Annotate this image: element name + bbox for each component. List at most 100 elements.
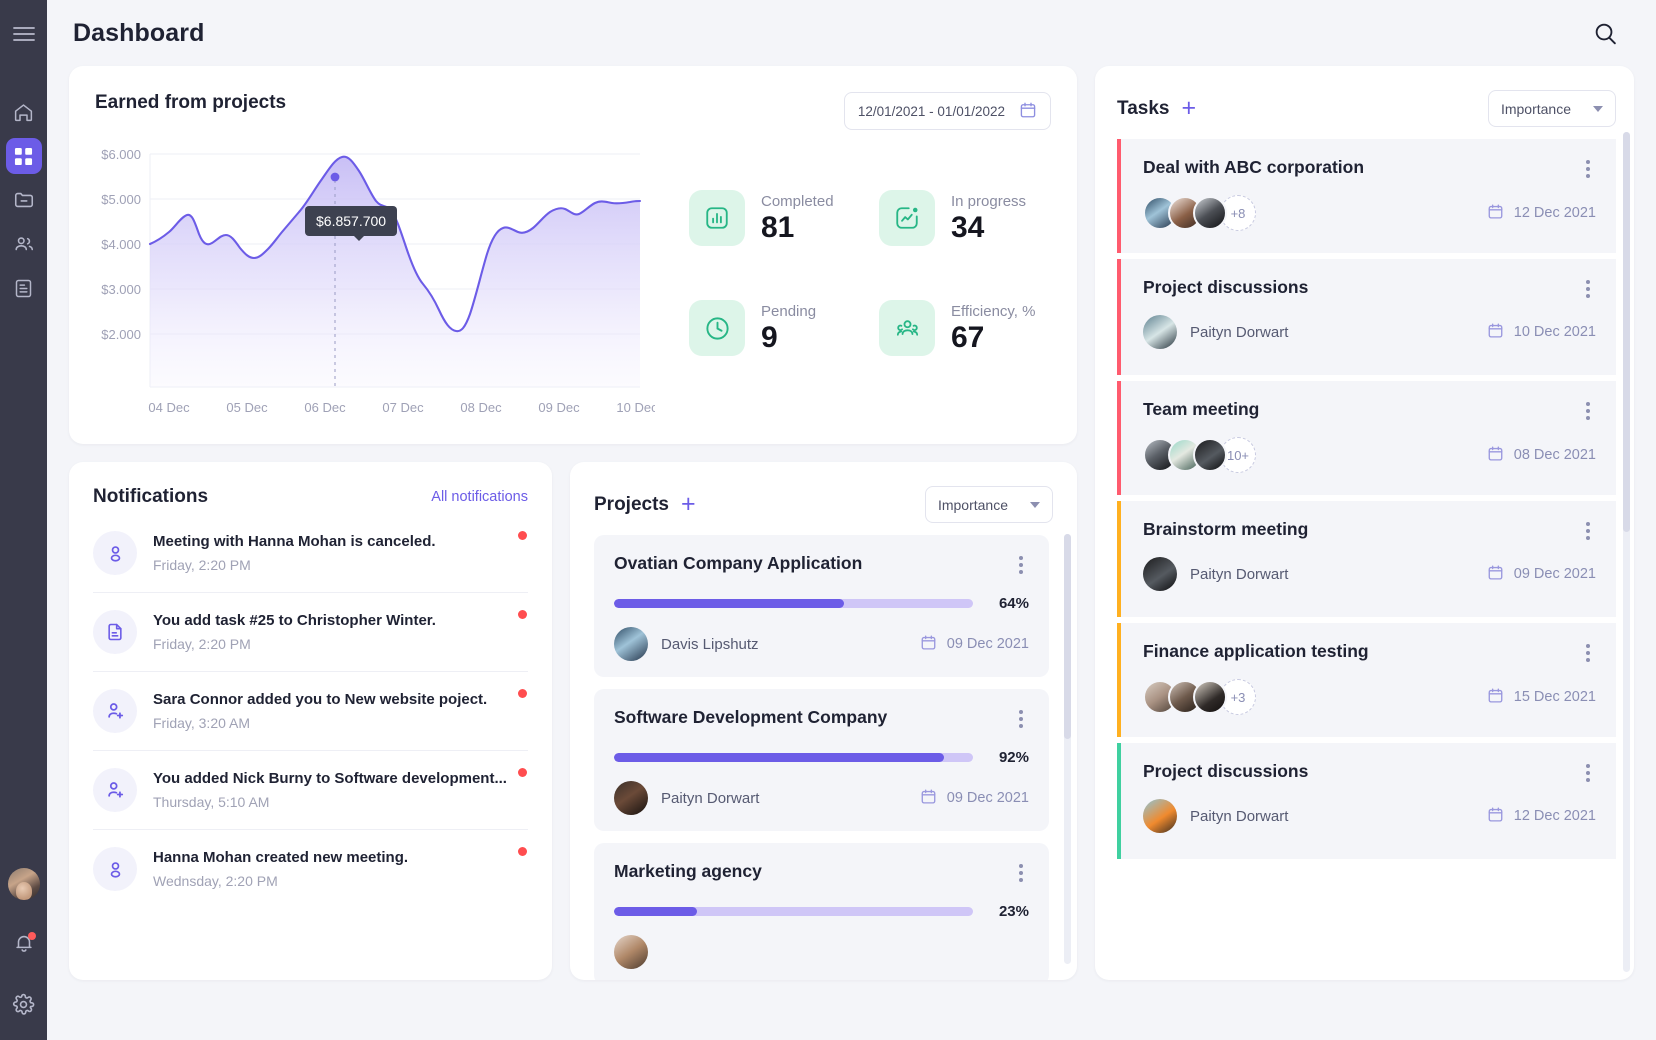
project-date-text: 09 Dec 2021	[946, 636, 1029, 652]
task-name: Deal with ABC corporation	[1143, 157, 1365, 177]
progress-bar	[614, 753, 973, 762]
notification-body: Sara Connor added you to New website poj…	[153, 691, 487, 731]
row-two: Notifications All notifications Meeting …	[69, 462, 1077, 980]
svg-text:09 Dec: 09 Dec	[538, 400, 580, 415]
bell-icon[interactable]	[11, 930, 37, 956]
list-item[interactable]: Team meeting 10+ 08 Dec 2021	[1117, 381, 1616, 495]
notification-time: Thursday, 5:10 AM	[153, 794, 270, 810]
project-top: Software Development Company	[614, 707, 1029, 731]
task-date: 12 Dec 2021	[1487, 203, 1596, 224]
projects-title-wrap: Projects +	[594, 492, 696, 517]
chevron-down-icon	[1593, 105, 1603, 112]
notifications-header: Notifications All notifications	[93, 486, 528, 508]
tasks-header: Tasks + Importance	[1117, 90, 1624, 127]
list-item[interactable]: Sara Connor added you to New website poj…	[93, 672, 528, 751]
list-item[interactable]: Hanna Mohan created new meeting. Wednsda…	[93, 830, 528, 908]
task-owner-name: Paityn Dorwart	[1190, 323, 1289, 341]
project-footer: Paityn Dorwart 09 Dec 2021	[614, 781, 1029, 815]
notification-time: Friday, 2:20 PM	[153, 636, 251, 652]
tasks-list: Deal with ABC corporation +8 12 Dec 2021…	[1117, 139, 1624, 859]
task-owner-name: Paityn Dorwart	[1190, 807, 1289, 825]
task-top: Team meeting	[1143, 399, 1596, 423]
list-item[interactable]: Project discussions Paityn Dorwart	[1117, 743, 1616, 859]
svg-text:05 Dec: 05 Dec	[226, 400, 268, 415]
notification-time: Friday, 3:20 AM	[153, 715, 251, 731]
stat-label: Pending	[761, 302, 817, 320]
task-menu-icon[interactable]	[1580, 761, 1596, 785]
plus-icon[interactable]: +	[1181, 96, 1196, 121]
calendar-icon	[1487, 203, 1504, 224]
list-item[interactable]: Project discussions Paityn Dorwart	[1117, 259, 1616, 375]
search-icon[interactable]	[1588, 16, 1622, 50]
project-menu-icon[interactable]	[1013, 861, 1029, 885]
task-footer: Paityn Dorwart 12 Dec 2021	[1143, 799, 1596, 833]
tasks-sort-select[interactable]: Importance	[1487, 90, 1616, 127]
sidebar-item-team[interactable]	[6, 226, 42, 262]
tasks-scrollbar-thumb[interactable]	[1623, 132, 1630, 532]
list-item[interactable]: Finance application testing +3 15 Dec 20…	[1117, 623, 1616, 737]
task-menu-icon[interactable]	[1580, 157, 1596, 181]
project-date-text: 09 Dec 2021	[946, 790, 1029, 806]
hamburger-icon[interactable]	[2, 12, 46, 56]
earnings-chart[interactable]: $6.000 $5.000 $4.000 $3.000 $2.000 04 De…	[95, 144, 658, 439]
task-date-text: 12 Dec 2021	[1513, 205, 1596, 221]
date-range-picker[interactable]: 12/01/2021 - 01/01/2022	[843, 92, 1051, 130]
project-menu-icon[interactable]	[1013, 553, 1029, 577]
list-item[interactable]: Software Development Company 92% Paityn …	[594, 689, 1049, 831]
task-name: Project discussions	[1143, 277, 1309, 297]
sidebar-item-reports[interactable]	[6, 270, 42, 306]
sidebar-item-dashboard[interactable]	[5, 138, 42, 174]
plus-icon[interactable]: +	[681, 492, 696, 517]
sidebar-bottom	[6, 868, 42, 1022]
stat-efficiency: Efficiency, % 67	[879, 300, 1051, 356]
all-notifications-link[interactable]: All notifications	[431, 489, 528, 505]
task-menu-icon[interactable]	[1580, 277, 1596, 301]
avatar	[614, 781, 648, 815]
project-menu-icon[interactable]	[1013, 707, 1029, 731]
sidebar-item-home[interactable]	[6, 94, 42, 130]
avatar	[614, 935, 648, 969]
task-footer: Paityn Dorwart 09 Dec 2021	[1143, 557, 1596, 591]
projects-sort-select[interactable]: Importance	[924, 486, 1053, 523]
gear-icon[interactable]	[6, 986, 42, 1022]
projects-scrollbar-thumb[interactable]	[1064, 534, 1071, 739]
task-footer: +8 12 Dec 2021	[1143, 195, 1596, 231]
list-item[interactable]: Brainstorm meeting Paityn Dorwart 09 Dec…	[1117, 501, 1616, 617]
project-progress: 23%	[614, 903, 1029, 920]
sidebar	[0, 0, 47, 1040]
stat-text: Pending 9	[761, 303, 816, 354]
progress-percent: 92%	[998, 749, 1029, 766]
task-menu-icon[interactable]	[1580, 519, 1596, 543]
projects-sort-value: Importance	[937, 496, 1008, 513]
calendar-icon	[1487, 806, 1504, 827]
date-range-value: 12/01/2021 - 01/01/2022	[857, 103, 1005, 119]
stat-pending: Pending 9	[689, 300, 861, 356]
bell-badge	[27, 932, 36, 940]
stat-value: 67	[951, 320, 985, 354]
sidebar-item-projects[interactable]	[6, 182, 42, 218]
task-menu-icon[interactable]	[1580, 641, 1596, 665]
task-date-text: 15 Dec 2021	[1513, 689, 1596, 705]
calendar-icon	[920, 634, 937, 655]
progress-bar	[614, 599, 973, 608]
list-item[interactable]: Marketing agency 23%	[594, 843, 1049, 980]
task-date: 12 Dec 2021	[1487, 806, 1596, 827]
task-menu-icon[interactable]	[1580, 399, 1596, 423]
list-item[interactable]: You added Nick Burny to Software develop…	[93, 751, 528, 830]
list-item[interactable]: Ovatian Company Application 64% Davis Li…	[594, 535, 1049, 677]
earned-body: $6.000 $5.000 $4.000 $3.000 $2.000 04 De…	[95, 144, 1051, 439]
app-root: Dashboard Earned from projects 12/01/202…	[0, 0, 1656, 1040]
list-item[interactable]: You add task #25 to Christopher Winter. …	[93, 593, 528, 672]
list-item[interactable]: Deal with ABC corporation +8 12 Dec 2021	[1117, 139, 1616, 253]
svg-text:$6.000: $6.000	[101, 147, 141, 162]
list-item[interactable]: Meeting with Hanna Mohan is canceled. Fr…	[93, 514, 528, 593]
task-date-text: 12 Dec 2021	[1513, 808, 1596, 824]
chart-highlight-point	[330, 172, 340, 182]
avatar[interactable]	[7, 868, 40, 900]
user-icon	[93, 847, 137, 891]
task-date: 08 Dec 2021	[1487, 445, 1596, 466]
tasks-sort-value: Importance	[1500, 100, 1571, 117]
task-date-text: 09 Dec 2021	[1513, 566, 1596, 582]
task-date-text: 08 Dec 2021	[1513, 447, 1596, 463]
avatar	[1143, 557, 1177, 591]
